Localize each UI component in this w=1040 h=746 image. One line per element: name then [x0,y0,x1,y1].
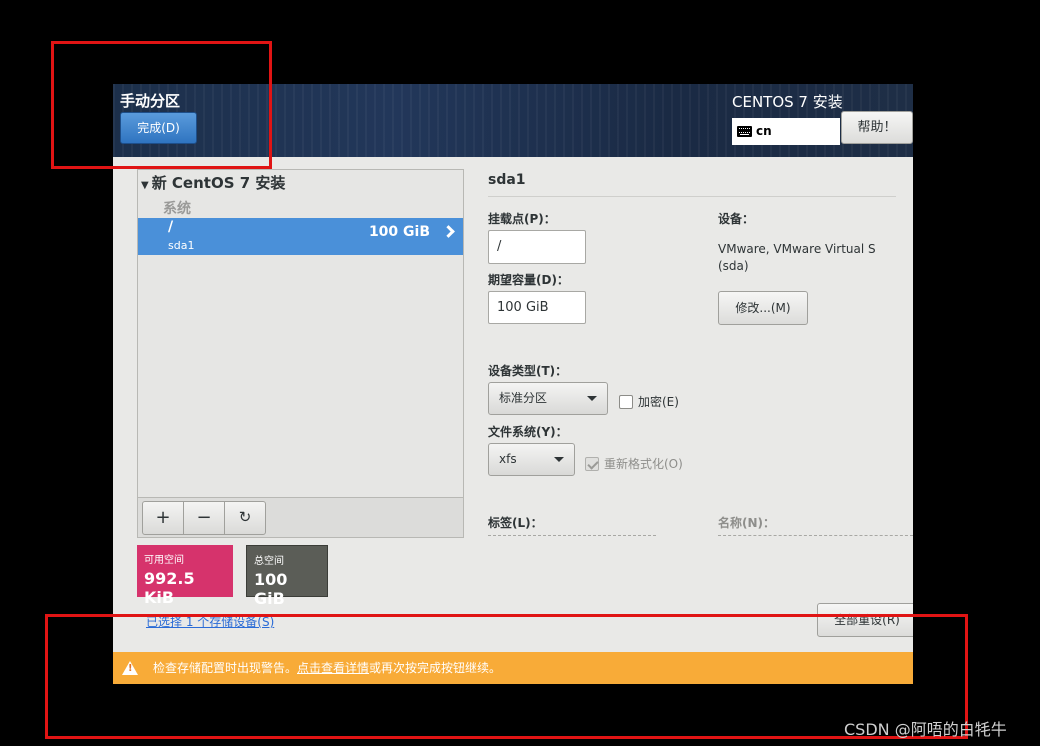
reformat-label: 重新格式化(O) [604,457,683,471]
available-space-label: 可用空间 [144,555,184,566]
label-input[interactable] [488,535,656,539]
chevron-down-icon [554,457,564,462]
divider [488,196,896,197]
partition-toolbar: + − ↻ [138,497,463,537]
installer-window: 手动分区 完成(D) CENTOS 7 安装 cn 帮助！ ▼ 新 CentOS … [113,84,913,684]
device-label: 设备： [718,212,755,226]
expander-arrow-icon[interactable]: ▼ [141,180,149,191]
device-type-label: 设备类型(T)： [488,364,568,378]
total-space-box: 总空间 100 GiB [246,545,328,608]
available-space-value: 992.5 KiB [144,569,195,607]
checkbox-box[interactable] [619,395,633,409]
label-field-label: 标签(L)： [488,516,543,530]
total-space-label: 总空间 [254,556,284,567]
filesystem-label: 文件系统(Y)： [488,425,568,439]
partition-device: sda1 [168,239,195,252]
name-input[interactable] [718,535,913,539]
device-type-dropdown[interactable]: 标准分区 [488,382,608,415]
keyboard-layout-label: cn [756,124,772,138]
product-title: CENTOS 7 安装 [732,93,843,111]
keyboard-icon [737,126,752,137]
done-button[interactable]: 完成(D) [120,112,197,144]
partition-size: 100 GiB [368,224,430,240]
modify-button[interactable]: 修改...(M) [718,291,808,325]
system-section-label: 系统 [163,201,191,217]
help-button[interactable]: 帮助！ [841,111,913,144]
partition-mount-point: / [168,219,174,235]
annotation-box-warning [45,614,968,739]
chevron-right-icon [442,225,455,238]
add-partition-button[interactable]: + [142,501,184,535]
keyboard-layout-indicator[interactable]: cn [732,118,840,145]
page-title: 手动分区 [120,92,181,110]
desired-capacity-label: 期望容量(D)： [488,273,569,287]
partition-row-selected[interactable]: / sda1 100 GiB [138,218,463,255]
mount-point-label: 挂载点(P)： [488,212,556,226]
installation-group-label: 新 CentOS 7 安装 [151,174,286,192]
filesystem-value: xfs [499,452,517,466]
name-field-label: 名称(N)： [718,516,776,530]
total-space-value: 100 GiB [254,570,288,608]
device-type-value: 标准分区 [499,391,548,405]
mount-point-input[interactable]: / [488,230,586,264]
watermark: CSDN @阿唔的白牦牛 [844,720,1007,739]
filesystem-dropdown[interactable]: xfs [488,443,575,476]
refresh-button[interactable]: ↻ [224,501,266,535]
available-space-box: 可用空间 992.5 KiB [137,545,233,607]
encrypt-label: 加密(E) [638,395,679,409]
partition-detail-title: sda1 [488,172,526,188]
remove-partition-button[interactable]: − [183,501,225,535]
encrypt-checkbox[interactable]: 加密(E) [619,393,679,410]
installation-group[interactable]: ▼ 新 CentOS 7 安装 [141,172,285,193]
desired-capacity-input[interactable]: 100 GiB [488,291,586,324]
checkbox-box-checked[interactable] [585,457,599,471]
reformat-checkbox[interactable]: 重新格式化(O) [585,455,683,472]
partition-tree-panel: ▼ 新 CentOS 7 安装 系统 / sda1 100 GiB + − ↻ [137,169,464,538]
chevron-down-icon [587,396,597,401]
device-description: VMware, VMware Virtual S (sda) [718,242,876,273]
